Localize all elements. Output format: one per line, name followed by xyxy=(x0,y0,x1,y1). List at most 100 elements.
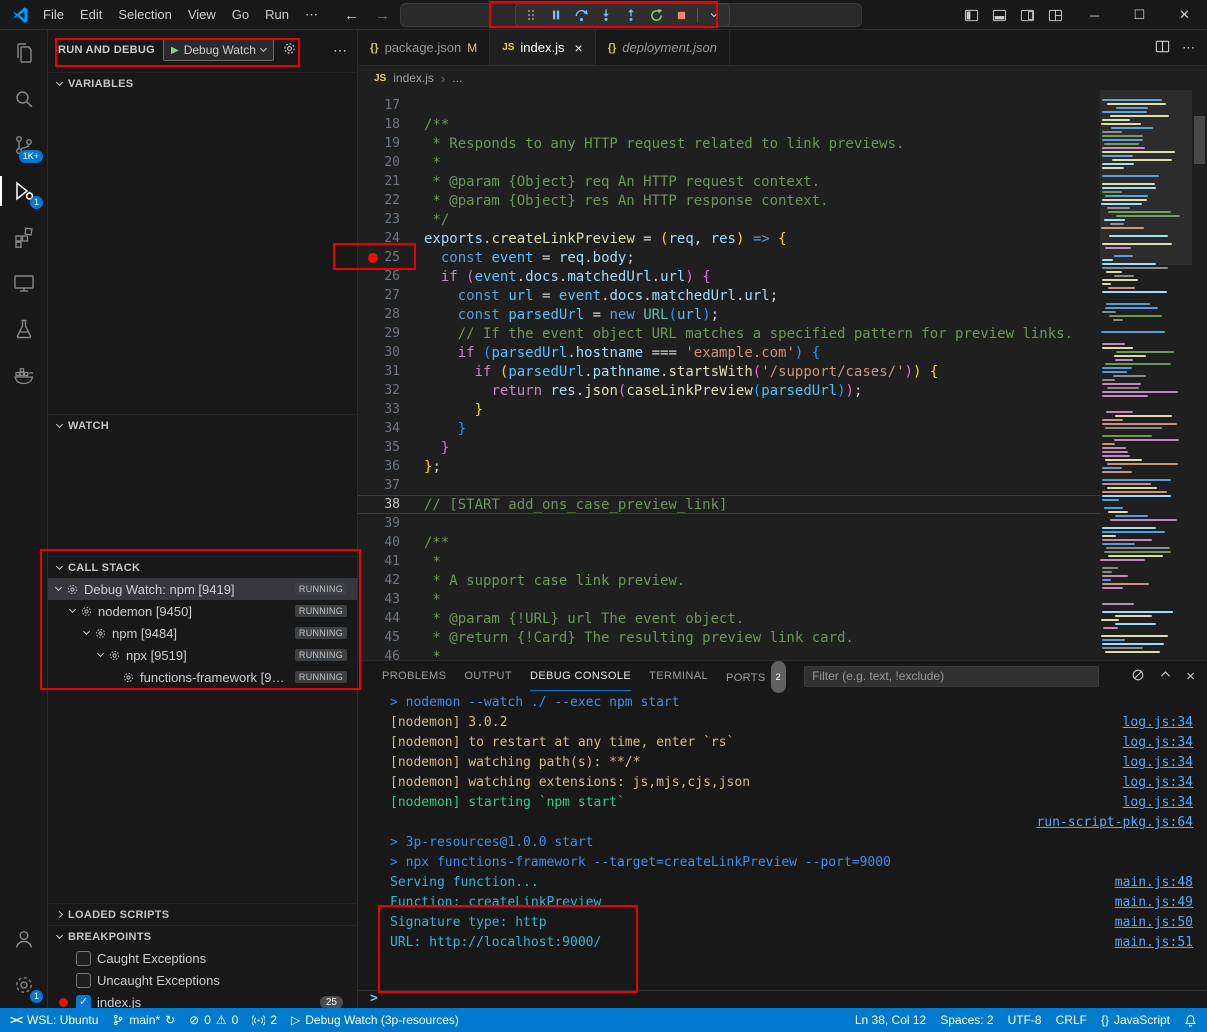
menu-selection[interactable]: Selection xyxy=(110,0,179,30)
tab-package.json[interactable]: {}package.jsonM xyxy=(358,30,490,65)
status-indent[interactable]: Spaces: 2 xyxy=(940,1013,993,1027)
panel-tab-ports[interactable]: PORTS2 xyxy=(726,661,786,691)
line-number[interactable]: 45 xyxy=(358,630,424,645)
code-editor[interactable]: 1718/**19 * Responds to any HTTP request… xyxy=(358,90,1207,660)
tab-deployment.json[interactable]: {}deployment.json xyxy=(596,30,730,65)
status-bell[interactable] xyxy=(1184,1014,1197,1027)
editor-scrollbar[interactable] xyxy=(1192,90,1207,660)
line-number[interactable]: 18 xyxy=(358,117,424,132)
settings-gear-icon[interactable]: 1 xyxy=(0,962,47,1008)
toggle-secondary-sidebar-icon[interactable] xyxy=(1017,8,1037,23)
call-stack-section-header[interactable]: CALL STACK xyxy=(48,556,357,578)
status-problems[interactable]: ⊘0⚠0 xyxy=(189,1013,238,1027)
status-remote[interactable]: ><WSL: Ubuntu xyxy=(10,1013,98,1027)
line-number[interactable]: 40 xyxy=(358,535,424,550)
editor-more-actions-icon[interactable]: ⋯ xyxy=(1182,40,1195,56)
line-number[interactable]: 44 xyxy=(358,611,424,626)
line-number[interactable]: 34 xyxy=(358,421,424,436)
search-icon[interactable] xyxy=(0,76,47,122)
back-arrow-icon[interactable]: ← xyxy=(344,7,359,24)
watch-section-header[interactable]: WATCH xyxy=(48,414,357,436)
loaded-scripts-section-header[interactable]: LOADED SCRIPTS xyxy=(48,903,357,925)
restart-icon[interactable] xyxy=(645,5,667,25)
line-number[interactable]: 31 xyxy=(358,364,424,379)
remote-explorer-icon[interactable] xyxy=(0,260,47,306)
debug-console-output[interactable]: > nodemon --watch ./ --exec npm start[no… xyxy=(358,691,1207,990)
line-number[interactable]: 33 xyxy=(358,402,424,417)
extensions-icon[interactable] xyxy=(0,214,47,260)
checkbox[interactable] xyxy=(76,951,91,966)
breadcrumb-symbol[interactable]: ... xyxy=(452,71,462,85)
status-eol[interactable]: CRLF xyxy=(1056,1013,1087,1027)
clear-console-icon[interactable] xyxy=(1131,668,1145,685)
line-number[interactable]: 37 xyxy=(358,478,424,493)
line-number[interactable]: 23 xyxy=(358,212,424,227)
toggle-sidebar-icon[interactable] xyxy=(961,8,981,23)
run-and-debug-icon[interactable]: 1 xyxy=(0,168,47,214)
line-number[interactable]: 46 xyxy=(358,649,424,660)
customize-layout-icon[interactable] xyxy=(1045,8,1065,23)
line-number[interactable]: 27 xyxy=(358,288,424,303)
debug-settings-gear-icon[interactable] xyxy=(282,41,297,59)
step-out-icon[interactable] xyxy=(620,5,642,25)
line-number[interactable]: 42 xyxy=(358,573,424,588)
panel-tab-debug-console[interactable]: DEBUG CONSOLE xyxy=(530,661,631,691)
minimize-button[interactable]: ─ xyxy=(1072,0,1117,30)
menu-file[interactable]: File xyxy=(35,0,72,30)
debug-console-input[interactable]: > xyxy=(358,990,1207,1008)
menu-run[interactable]: Run xyxy=(257,0,297,30)
menu-more[interactable]: ⋯ xyxy=(297,0,326,30)
maximize-button[interactable]: ☐ xyxy=(1117,0,1162,30)
breadcrumb[interactable]: JS index.js › ... xyxy=(358,66,1207,90)
line-number[interactable]: 20 xyxy=(358,155,424,170)
source-link[interactable]: log.js:34 xyxy=(1123,753,1193,773)
line-number[interactable]: 17 xyxy=(358,98,424,113)
status-language[interactable]: {}JavaScript xyxy=(1101,1013,1170,1027)
panel-tab-terminal[interactable]: TERMINAL xyxy=(649,661,708,691)
line-number[interactable]: 24 xyxy=(358,231,424,246)
status-cursor[interactable]: Ln 38, Col 12 xyxy=(855,1013,926,1027)
breadcrumb-file[interactable]: index.js xyxy=(393,71,434,85)
line-number[interactable]: 36 xyxy=(358,459,424,474)
minimap[interactable] xyxy=(1100,90,1192,660)
line-number[interactable]: 19 xyxy=(358,136,424,151)
breakpoint-row[interactable]: Caught Exceptions xyxy=(48,947,357,969)
menu-go[interactable]: Go xyxy=(224,0,257,30)
breakpoints-section-header[interactable]: BREAKPOINTS xyxy=(48,925,357,947)
pause-icon[interactable] xyxy=(545,5,567,25)
panel-tab-output[interactable]: OUTPUT xyxy=(464,661,512,691)
panel-tab-problems[interactable]: PROBLEMS xyxy=(382,661,446,691)
source-link[interactable]: main.js:49 xyxy=(1115,893,1193,913)
breakpoint-row[interactable]: Uncaught Exceptions xyxy=(48,969,357,991)
split-editor-icon[interactable] xyxy=(1155,39,1170,57)
line-number[interactable]: 35 xyxy=(358,440,424,455)
more-actions-icon[interactable]: ⋯ xyxy=(333,42,347,59)
status-encoding[interactable]: UTF-8 xyxy=(1008,1013,1042,1027)
account-icon[interactable] xyxy=(0,916,47,962)
line-number[interactable]: 30 xyxy=(358,345,424,360)
chevron-down-icon[interactable] xyxy=(703,5,725,25)
close-tab-icon[interactable]: × xyxy=(575,40,583,56)
scrollbar-thumb[interactable] xyxy=(1194,116,1205,164)
callstack-row[interactable]: functions-framework [954...RUNNING xyxy=(48,666,357,688)
menu-view[interactable]: View xyxy=(180,0,224,30)
source-link[interactable]: main.js:50 xyxy=(1115,913,1193,933)
debug-config-dropdown[interactable]: ▶ Debug Watch xyxy=(163,39,274,61)
stop-icon[interactable] xyxy=(670,5,692,25)
line-number[interactable]: 38 xyxy=(358,497,424,512)
line-number[interactable]: 41 xyxy=(358,554,424,569)
line-number[interactable]: 28 xyxy=(358,307,424,322)
callstack-row[interactable]: nodemon [9450]RUNNING xyxy=(48,600,357,622)
line-number[interactable]: 21 xyxy=(358,174,424,189)
source-link[interactable]: log.js:34 xyxy=(1123,713,1193,733)
line-number[interactable]: 39 xyxy=(358,516,424,531)
docker-icon[interactable] xyxy=(0,352,47,398)
status-debug[interactable]: ▷Debug Watch (3p-resources) xyxy=(291,1013,459,1027)
menu-edit[interactable]: Edit xyxy=(72,0,110,30)
close-panel-icon[interactable]: × xyxy=(1186,668,1195,685)
line-number[interactable]: 25 xyxy=(358,250,424,265)
console-filter-input[interactable] xyxy=(804,666,1099,687)
breakpoint-dot[interactable] xyxy=(368,253,378,263)
callstack-row[interactable]: npx [9519]RUNNING xyxy=(48,644,357,666)
checkbox[interactable] xyxy=(76,973,91,988)
